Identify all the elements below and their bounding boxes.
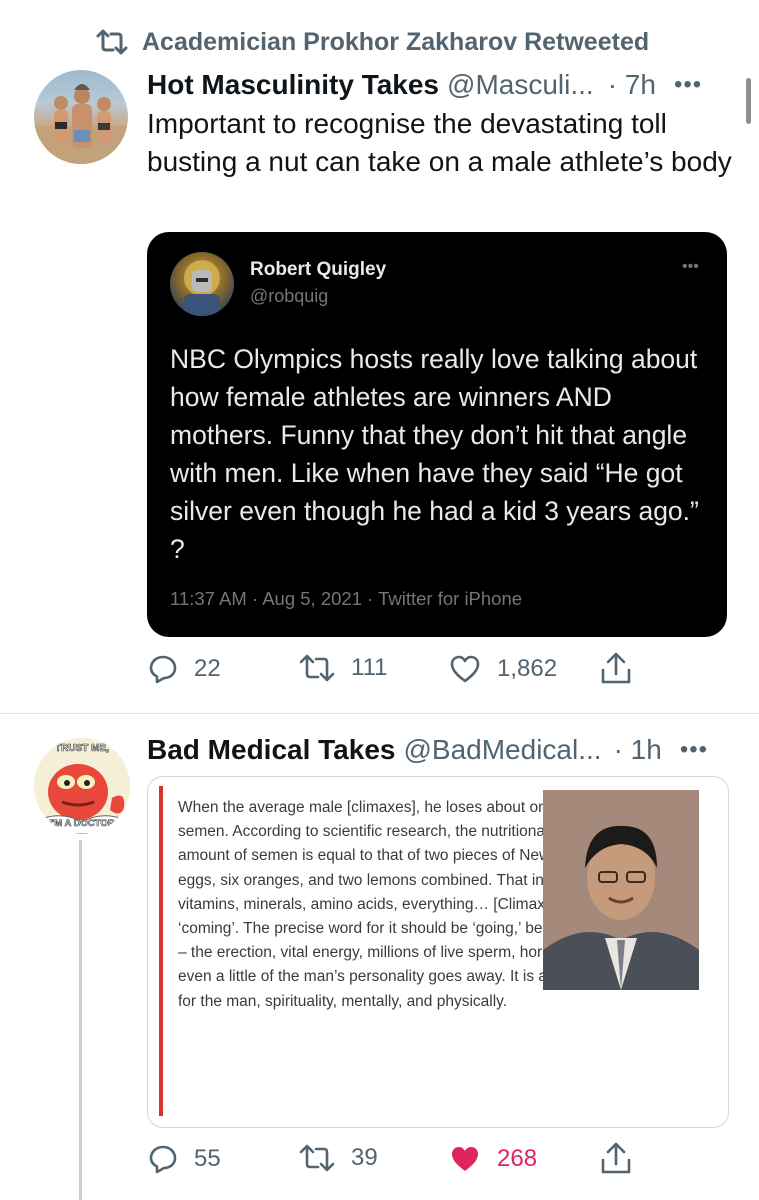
author-handle[interactable]: @BadMedical... [403, 734, 601, 766]
retweet-count: 111 [351, 654, 388, 681]
retweet-count: 39 [351, 1144, 378, 1171]
avatar-caption-top: TRUST ME, [55, 743, 109, 754]
retweet-icon [299, 1144, 335, 1172]
share-icon [600, 652, 632, 686]
retweet-icon [96, 29, 128, 55]
quoted-tweet-text: NBC Olympics hosts really love talking a… [170, 344, 699, 564]
portrait-photo [543, 790, 699, 990]
author-handle[interactable]: @Masculi... [447, 69, 594, 101]
tweet-divider [0, 713, 759, 714]
reply-icon [148, 1144, 178, 1174]
author-name[interactable]: Bad Medical Takes [147, 734, 395, 766]
like-count: 268 [497, 1145, 538, 1172]
avatar[interactable]: TRUST ME, I'M A DOCTOR [34, 738, 130, 834]
share-button[interactable] [600, 652, 632, 686]
reply-button[interactable]: 55 [148, 1144, 221, 1174]
like-button[interactable]: 268 [449, 1144, 537, 1174]
more-options-button[interactable]: ••• [674, 71, 702, 99]
scrollbar[interactable] [746, 78, 751, 124]
quoted-tweet-meta: 11:37 AM · Aug 5, 2021 · Twitter for iPh… [170, 588, 523, 609]
author-name[interactable]: Hot Masculinity Takes [147, 69, 439, 101]
reply-count: 22 [194, 655, 221, 682]
like-button[interactable]: 1,862 [449, 654, 557, 684]
quoted-more-options[interactable]: ••• [682, 258, 699, 276]
quoted-author-name[interactable]: Robert Quigley [250, 259, 386, 281]
share-button[interactable] [600, 1142, 632, 1176]
excerpt-bar [159, 786, 163, 1116]
retweet-banner: Academician Prokhor Zakharov Retweeted [96, 26, 649, 58]
quoted-avatar[interactable] [170, 252, 234, 316]
avatar-caption-bottom: I'M A DOCTOR [49, 818, 114, 829]
tweet-header: Bad Medical Takes @BadMedical... · 1h ••… [147, 733, 708, 767]
retweet-button[interactable]: 39 [299, 1144, 378, 1172]
tweet-text: Important to recognise the devastating t… [147, 108, 732, 177]
tweet-time[interactable]: · 1h [614, 734, 662, 766]
reply-count: 55 [194, 1145, 221, 1172]
reply-button[interactable]: 22 [148, 654, 221, 684]
avatar[interactable] [34, 70, 128, 164]
retweet-icon [299, 654, 335, 682]
heart-icon [449, 654, 481, 684]
like-count: 1,862 [497, 655, 558, 682]
share-icon [600, 1142, 632, 1176]
retweet-label: Academician Prokhor Zakharov Retweeted [142, 27, 650, 56]
thread-line [79, 840, 82, 1200]
tweet-header: Hot Masculinity Takes @Masculi... · 7h •… [147, 68, 702, 102]
tweet-time[interactable]: · 7h [608, 69, 656, 101]
retweet-button[interactable]: 111 [299, 654, 387, 682]
more-options-button[interactable]: ••• [680, 736, 708, 764]
heart-filled-icon [449, 1144, 481, 1174]
reply-icon [148, 654, 178, 684]
quoted-author-handle[interactable]: @robquig [250, 286, 328, 307]
